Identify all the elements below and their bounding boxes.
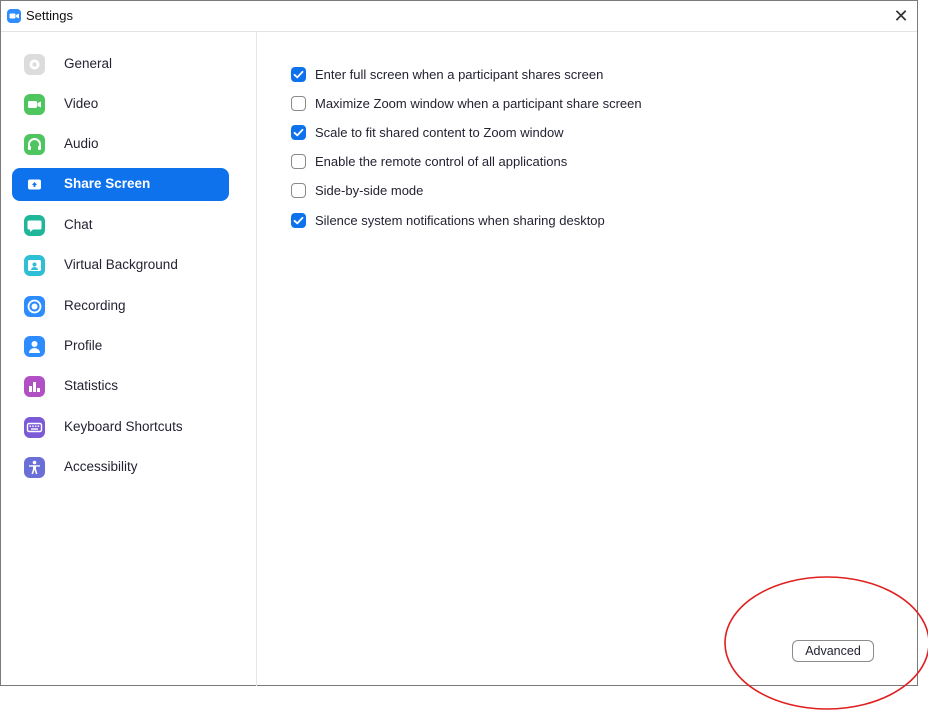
sidebar-item-general[interactable]: General bbox=[12, 48, 229, 81]
option-label: Enter full screen when a participant sha… bbox=[315, 67, 604, 82]
option-label: Enable the remote control of all applica… bbox=[315, 154, 568, 169]
accessibility-icon bbox=[24, 457, 45, 478]
gear-icon bbox=[24, 54, 45, 75]
checkmark-icon bbox=[293, 216, 304, 225]
sidebar-item-label: Profile bbox=[64, 338, 103, 353]
share-screen-icon bbox=[24, 174, 45, 195]
settings-window: Settings ✕ General Video Audio Share Scr… bbox=[0, 0, 918, 686]
option-label: Scale to fit shared content to Zoom wind… bbox=[315, 125, 564, 140]
sidebar-item-label: Video bbox=[64, 96, 99, 111]
sidebar-item-chat[interactable]: Chat bbox=[12, 209, 229, 242]
sidebar-item-label: Statistics bbox=[64, 378, 119, 393]
sidebar-item-label: Share Screen bbox=[64, 176, 151, 191]
title-bar: Settings ✕ bbox=[1, 1, 917, 32]
sidebar-item-label: Accessibility bbox=[64, 459, 138, 474]
chat-bubble-icon bbox=[24, 215, 45, 236]
checkbox-unchecked[interactable] bbox=[291, 154, 306, 169]
zoom-app-icon bbox=[7, 9, 21, 23]
page: Settings ✕ General Video Audio Share Scr… bbox=[0, 0, 928, 715]
close-button[interactable]: ✕ bbox=[889, 3, 913, 29]
statistics-icon bbox=[24, 376, 45, 397]
option-label: Side-by-side mode bbox=[315, 183, 424, 198]
option-label: Silence system notifications when sharin… bbox=[315, 213, 605, 228]
checkbox-checked[interactable] bbox=[291, 213, 306, 228]
headphones-icon bbox=[24, 134, 45, 155]
sidebar-item-statistics[interactable]: Statistics bbox=[12, 370, 229, 403]
share-screen-panel: Enter full screen when a participant sha… bbox=[258, 32, 917, 686]
close-icon: ✕ bbox=[893, 6, 909, 26]
checkmark-icon bbox=[293, 128, 304, 137]
checkmark-icon bbox=[293, 70, 304, 79]
window-title: Settings bbox=[26, 8, 73, 23]
recording-icon bbox=[24, 296, 45, 317]
keyboard-icon bbox=[24, 417, 45, 438]
sidebar-item-accessibility[interactable]: Accessibility bbox=[12, 451, 229, 484]
sidebar-item-virtual-background[interactable]: Virtual Background bbox=[12, 249, 229, 282]
sidebar-item-label: Virtual Background bbox=[64, 257, 178, 272]
settings-sidebar: General Video Audio Share Screen Chat Vi… bbox=[1, 32, 257, 686]
checkbox-checked[interactable] bbox=[291, 125, 306, 140]
sidebar-item-audio[interactable]: Audio bbox=[12, 128, 229, 161]
sidebar-item-label: Chat bbox=[64, 217, 93, 232]
sidebar-item-keyboard-shortcuts[interactable]: Keyboard Shortcuts bbox=[12, 411, 229, 444]
sidebar-item-recording[interactable]: Recording bbox=[12, 290, 229, 323]
sidebar-item-label: General bbox=[64, 56, 113, 71]
checkbox-unchecked[interactable] bbox=[291, 96, 306, 111]
sidebar-item-label: Keyboard Shortcuts bbox=[64, 419, 183, 434]
checkbox-unchecked[interactable] bbox=[291, 183, 306, 198]
sidebar-item-profile[interactable]: Profile bbox=[12, 330, 229, 363]
sidebar-item-label: Recording bbox=[64, 298, 126, 313]
video-camera-icon bbox=[24, 94, 45, 115]
virtual-background-icon bbox=[24, 255, 45, 276]
sidebar-item-video[interactable]: Video bbox=[12, 88, 229, 121]
option-label: Maximize Zoom window when a participant … bbox=[315, 96, 642, 111]
profile-icon bbox=[24, 336, 45, 357]
checkbox-checked[interactable] bbox=[291, 67, 306, 82]
advanced-button[interactable]: Advanced bbox=[792, 640, 874, 662]
sidebar-item-label: Audio bbox=[64, 136, 99, 151]
sidebar-item-share-screen[interactable]: Share Screen bbox=[12, 168, 229, 201]
